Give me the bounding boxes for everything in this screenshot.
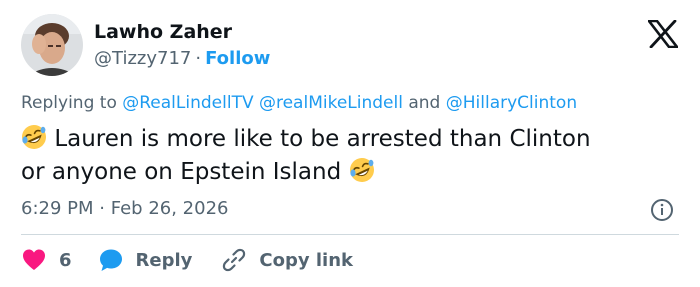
heart-icon [21,247,47,273]
copy-link-button[interactable]: Copy link [221,247,353,273]
tweet-time: 6:29 PM [21,198,94,219]
reply-bubble-icon [98,247,124,273]
replying-to-conjunction: and [408,93,441,113]
follow-button[interactable]: Follow [205,48,270,69]
reply-button[interactable]: Reply [98,247,193,273]
rolling-laughing-emoji-icon [349,157,375,183]
mention-hillaryclinton[interactable]: @HillaryClinton [446,93,577,113]
info-icon[interactable] [650,198,674,222]
tweet-date: Feb 26, 2026 [110,198,229,219]
replying-to-prefix: Replying to [21,93,117,113]
author-display-name[interactable]: Lawho Zaher [94,21,232,43]
reply-label: Reply [135,249,193,271]
tweet-line-1: Lauren is more like to be arrested than … [21,123,681,156]
author-handle-line: @Tizzy717 · Follow [94,48,270,69]
tweet-card: Lawho Zaher @Tizzy717 · Follow Replying to… [0,0,700,287]
mention-realmikelindell[interactable]: @realMikeLindell [259,93,403,113]
like-button[interactable]: 6 [21,247,72,273]
tweet-line-2: or anyone on Epstein Island [21,156,681,189]
tweet-text-line-2: or anyone on Epstein Island [21,159,342,185]
divider [21,234,679,235]
link-icon [221,247,247,273]
tweet-text-line-1: Lauren is more like to be arrested than … [54,126,591,152]
mention-reallindelltv[interactable]: @RealLindellTV [122,93,253,113]
replying-to-line: Replying to @RealLindellTV @realMikeLind… [21,93,577,113]
copy-link-label: Copy link [259,249,353,271]
avatar[interactable] [21,14,83,76]
rolling-laughing-emoji-icon [21,124,47,150]
action-bar: 6 Reply Copy link [21,245,353,275]
timestamp-separator: · [99,198,105,219]
tweet-text: Lauren is more like to be arrested than … [21,123,681,189]
handle-separator: · [195,48,202,69]
author-handle[interactable]: @Tizzy717 [94,48,191,69]
tweet-timestamp[interactable]: 6:29 PM · Feb 26, 2026 [21,198,228,219]
x-logo-icon[interactable] [647,19,679,49]
like-count: 6 [59,249,72,271]
